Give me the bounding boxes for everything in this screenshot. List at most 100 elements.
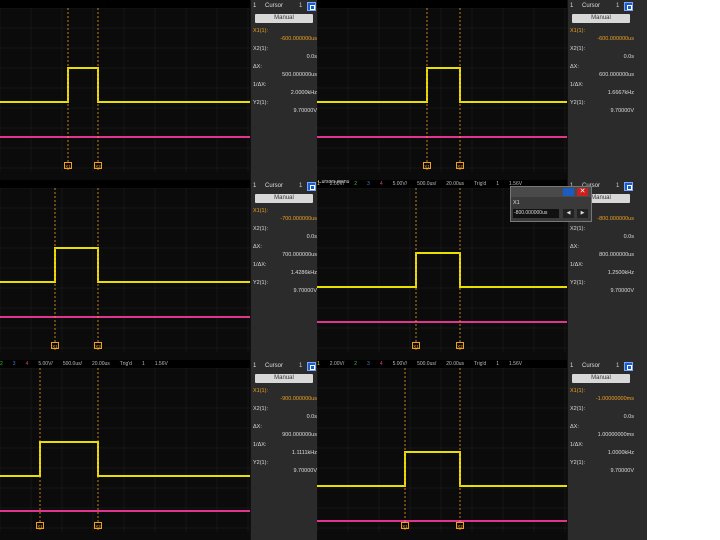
waveform-svg <box>0 368 250 532</box>
topbar-item: 5.00V/ <box>392 361 408 367</box>
ch1-pulse-trace <box>0 247 250 283</box>
topbar-item: 500.0us/ <box>62 361 82 367</box>
value-y2[interactable]: 9.70000V <box>293 288 317 294</box>
waveform-display <box>0 368 250 532</box>
waveform-display <box>317 8 567 172</box>
cursor-title: Cursor <box>265 183 284 189</box>
topbar-item: 3 <box>367 181 370 187</box>
cursor-x1-popup[interactable]: ✕ X1 -800.000000us ◀ ▶ <box>510 186 592 222</box>
value-y2[interactable]: 9.70000V <box>293 468 317 474</box>
value-dx[interactable]: 600.000000us <box>599 72 634 78</box>
scope-panel-6: 1 2.00V/2 3 4 5.00V/500.0us/20.00us Trig'd 1 1.… <box>317 360 647 540</box>
cursor-x2-marker[interactable]: X2 <box>94 522 102 529</box>
cursor-x2-marker[interactable]: X2 <box>456 342 464 349</box>
popup-left-arrow[interactable]: ◀ <box>563 209 574 218</box>
topbar-item: 4 <box>379 181 383 187</box>
value-inv_dx[interactable]: 1.0000kHz <box>608 450 634 456</box>
waveform-display <box>0 8 250 172</box>
value-x1[interactable]: -1.00000000ms <box>596 396 634 402</box>
label-y2: Y2(1): <box>570 460 585 466</box>
value-inv_dx[interactable]: 1.4286kHz <box>291 270 317 276</box>
label-dx: ΔX: <box>253 424 262 430</box>
cursor-source: 1 <box>616 363 620 369</box>
dock-icon[interactable] <box>624 182 633 191</box>
label-x1: X1(1): <box>570 28 585 34</box>
dock-icon[interactable] <box>307 182 316 191</box>
label-dx: ΔX: <box>570 244 579 250</box>
topbar-item: 500.0us/ <box>417 181 437 187</box>
dock-icon[interactable] <box>307 362 316 371</box>
cursor-x1-marker[interactable]: X1 <box>401 522 409 529</box>
label-inv_dx: 1/ΔX: <box>253 262 267 268</box>
mode-manual-button[interactable]: Manual <box>255 374 313 383</box>
topbar-item: 1 <box>496 181 499 187</box>
dock-icon[interactable] <box>624 2 633 11</box>
cursor-x1-marker[interactable]: X1 <box>51 342 59 349</box>
popup-close-button[interactable]: ✕ <box>577 188 588 196</box>
value-x2[interactable]: 0.0s <box>624 414 634 420</box>
cursor-title: Cursor <box>582 3 601 9</box>
cursor-number: 1 <box>253 363 257 369</box>
label-dx: ΔX: <box>570 424 579 430</box>
value-x1[interactable]: -900.000000us <box>280 396 317 402</box>
topbar-item: 1.56V <box>509 361 523 367</box>
waveform-svg <box>0 188 250 352</box>
cursor-x1-marker[interactable]: X1 <box>423 162 431 169</box>
value-dx[interactable]: 1.00000000ms <box>598 432 634 438</box>
value-inv_dx[interactable]: 1.6667kHz <box>608 90 634 96</box>
value-y2[interactable]: 9.70000V <box>293 108 317 114</box>
value-dx[interactable]: 500.000000us <box>282 72 317 78</box>
value-inv_dx[interactable]: 1.2500kHz <box>608 270 634 276</box>
value-dx[interactable]: 900.000000us <box>282 432 317 438</box>
popup-dock-button[interactable] <box>563 188 574 196</box>
label-y2: Y2(1): <box>570 100 585 106</box>
dock-icon[interactable] <box>624 362 633 371</box>
label-x2: X2(1): <box>570 46 585 52</box>
cursor-x1-marker[interactable]: X1 <box>412 342 420 349</box>
value-x1[interactable]: -600.000000us <box>280 36 317 42</box>
topbar-item: 1.56V <box>154 361 168 367</box>
value-dx[interactable]: 700.000000us <box>282 252 317 258</box>
label-dx: ΔX: <box>253 64 262 70</box>
value-x2[interactable]: 0.0s <box>307 54 317 60</box>
value-x1[interactable]: -800.000000us <box>597 216 634 222</box>
cursor-x1-marker[interactable]: X1 <box>36 522 44 529</box>
value-dx[interactable]: 800.000000us <box>599 252 634 258</box>
topbar-item: 3 <box>12 361 16 367</box>
cursor-header: 1 Cursor 1 <box>568 362 647 372</box>
scope-panel-1: X1 X2 1 Cursor 1 Manual X1(1): -600.000000us X2(… <box>0 0 330 180</box>
value-x2[interactable]: 0.0s <box>624 54 634 60</box>
label-y2: Y2(1): <box>570 280 585 286</box>
value-y2[interactable]: 9.70000V <box>610 108 634 114</box>
label-x2: X2(1): <box>253 226 268 232</box>
cursor-x1-marker[interactable]: X1 <box>64 162 72 169</box>
mode-manual-button[interactable]: Manual <box>572 374 630 383</box>
topbar-item: 1 <box>496 361 499 367</box>
topbar-item: 20.00us <box>446 361 465 367</box>
value-inv_dx[interactable]: 2.0000kHz <box>291 90 317 96</box>
value-y2[interactable]: 9.70000V <box>610 468 634 474</box>
cursor-x2-marker[interactable]: X2 <box>94 162 102 169</box>
value-x1[interactable]: -600.000000us <box>597 36 634 42</box>
value-y2[interactable]: 9.70000V <box>610 288 634 294</box>
cursor-x2-marker[interactable]: X2 <box>456 162 464 169</box>
label-inv_dx: 1/ΔX: <box>570 262 584 268</box>
popup-x1-input[interactable]: -800.000000us <box>513 209 559 218</box>
topbar-item: 1 <box>317 361 320 367</box>
cursor-x2-marker[interactable]: X2 <box>94 342 102 349</box>
value-x2[interactable]: 0.0s <box>307 234 317 240</box>
mode-manual-button[interactable]: Manual <box>255 14 313 23</box>
mode-manual-button[interactable]: Manual <box>255 194 313 203</box>
topbar-item: 20.00us <box>92 361 110 367</box>
dock-icon[interactable] <box>307 2 316 11</box>
label-x2: X2(1): <box>570 226 585 232</box>
topbar-item: 20.00us <box>446 181 465 187</box>
value-inv_dx[interactable]: 1.1111kHz <box>292 450 317 456</box>
value-x1[interactable]: -700.000000us <box>280 216 317 222</box>
value-x2[interactable]: 0.0s <box>307 414 317 420</box>
cursor-x2-marker[interactable]: X2 <box>456 522 464 529</box>
value-x2[interactable]: 0.0s <box>624 234 634 240</box>
mode-manual-button[interactable]: Manual <box>572 14 630 23</box>
cursor-title: Cursor <box>265 3 284 9</box>
popup-right-arrow[interactable]: ▶ <box>577 209 588 218</box>
